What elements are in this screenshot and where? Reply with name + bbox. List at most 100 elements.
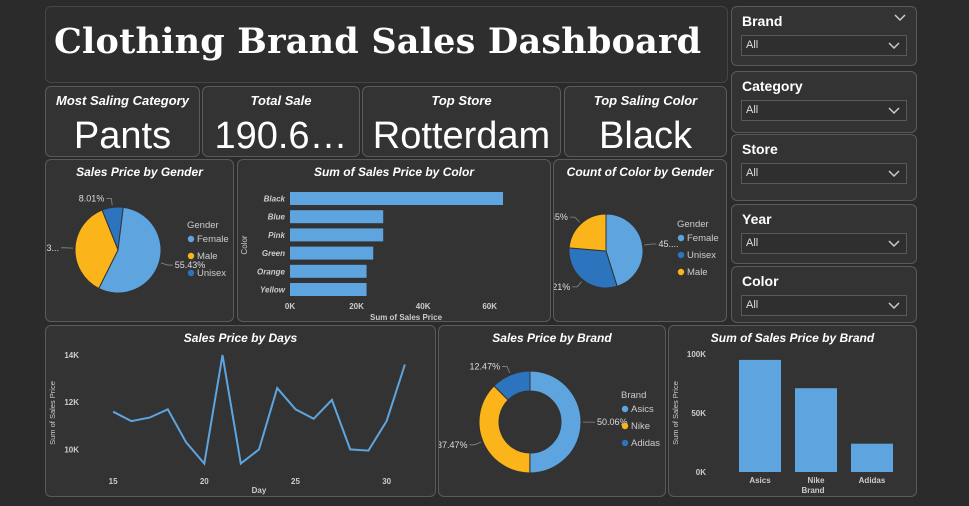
chevron-down-icon: [888, 107, 900, 115]
legend-marker: [187, 252, 195, 260]
y-tick-label: Green: [262, 249, 285, 258]
bar-asics: [739, 359, 781, 472]
kpi-label: Top Store: [431, 93, 492, 108]
x-tick-label: 40K: [416, 302, 431, 311]
chart-panel-gender-pie[interactable]: Sales Price by Gender 8.01% 55.43% 3... Gen…: [45, 159, 234, 322]
kpi-value: 190.6…: [214, 115, 348, 157]
chart-panel-color-gender-pie[interactable]: Count of Color by Gender 45....31.21%23.…: [553, 159, 727, 322]
chart-panel-days-line[interactable]: Sales Price by Days 15 20 25 30 10K 12K 14K Day…: [45, 325, 436, 497]
legend-marker: [621, 439, 629, 447]
slicer-label: Store: [742, 141, 778, 157]
kpi-card-top-store[interactable]: Top Store Rotterdam: [362, 86, 561, 157]
title-panel: Clothing Brand Sales Dashboard: [45, 6, 728, 83]
legend-item-male: Male: [197, 251, 218, 262]
kpi-label: Total Sale: [250, 93, 312, 108]
bar-green: [290, 246, 374, 260]
pie-leader-line: [469, 441, 482, 446]
x-tick-label: Nike: [808, 476, 825, 485]
color-bar-chart: Black Blue Pink Green Orange Yellow 0K 20K 40K 60…: [240, 192, 504, 321]
pie-leader-line: [572, 281, 582, 288]
kpi-value: Rotterdam: [372, 115, 551, 157]
pie-data-label: 23.65%: [554, 212, 568, 222]
legend-item-male: Male: [687, 267, 708, 278]
kpi-card-top-color[interactable]: Top Saling Color Black: [564, 86, 727, 157]
slicer-color[interactable]: Color All: [731, 266, 917, 323]
bar-nike: [795, 388, 837, 472]
slicer-value: All: [746, 299, 759, 311]
slicer-brand[interactable]: Brand All: [731, 6, 917, 66]
brand-bar-chart: Asics Nike Adidas 0K 50K 100K Brand Sum of Sale…: [671, 350, 893, 495]
chevron-down-icon[interactable]: [892, 12, 908, 24]
pie-leader-line: [106, 198, 113, 206]
x-tick-label: 25: [291, 477, 300, 486]
kpi-card-total-sale[interactable]: Total Sale 190.6…: [202, 86, 360, 157]
bar-blue: [290, 210, 384, 224]
legend-title: Brand: [621, 390, 646, 401]
color-gender-pie-chart: 45.... 31.21% 23.65% Gender Female Unisex Male: [554, 212, 719, 292]
y-axis-label: Sum of Sales Price: [48, 381, 57, 445]
slicer-dropdown[interactable]: All: [741, 295, 907, 316]
pie-data-label: 3...: [47, 243, 60, 253]
y-tick-label: Black: [264, 195, 286, 204]
y-tick-label: 50K: [691, 409, 706, 418]
pie-slice-asics: [529, 370, 582, 474]
legend-marker: [677, 251, 685, 259]
pie-slice-nike: [478, 385, 531, 474]
line-series-sales: [112, 354, 406, 466]
pie-data-label: 37.47%: [439, 440, 468, 450]
pie-data-label: 12.47%: [470, 362, 501, 372]
slicer-dropdown[interactable]: All: [741, 35, 907, 56]
slicer-value: All: [746, 39, 759, 51]
x-tick-label: 60K: [482, 302, 497, 311]
y-tick-label: 100K: [687, 350, 706, 359]
pie-slice-male: [568, 213, 607, 252]
x-axis-label: Brand: [801, 486, 824, 495]
y-tick-label: 14K: [64, 351, 79, 360]
y-tick-label: Yellow: [260, 286, 286, 295]
pie-data-label: 8.01%: [79, 193, 105, 203]
slicer-year[interactable]: Year All: [731, 204, 917, 264]
chart-panel-brand-bar[interactable]: Sum of Sales Price by Brand Asics Nike Adi…: [668, 325, 917, 497]
gender-pie-chart: 8.01%55.43%3...GenderFemaleMaleUnisex: [47, 193, 229, 294]
slicer-value: All: [746, 104, 759, 116]
chevron-down-icon: [888, 42, 900, 50]
y-axis-label: Sum of Sales Price: [671, 381, 680, 445]
legend-item-female: Female: [197, 234, 229, 245]
x-tick-label: Asics: [749, 476, 771, 485]
bar-yellow: [290, 283, 367, 296]
slicer-label: Category: [742, 78, 803, 94]
bar-pink: [290, 228, 384, 242]
y-tick-label: Blue: [268, 213, 286, 222]
legend-item-asics: Asics: [631, 404, 654, 415]
x-axis-label: Day: [252, 486, 267, 495]
legend-item-unisex: Unisex: [197, 268, 226, 279]
slicer-label: Color: [742, 273, 779, 289]
y-axis-label: Color: [240, 235, 249, 254]
kpi-card-category[interactable]: Most Saling Category Pants: [45, 86, 200, 157]
legend-marker: [187, 235, 195, 243]
slicer-category[interactable]: Category All: [731, 71, 917, 133]
slicer-label: Brand: [742, 13, 783, 29]
x-axis-label: Sum of Sales Price: [370, 313, 443, 321]
slicer-dropdown[interactable]: All: [741, 100, 907, 121]
slicer-store[interactable]: Store All: [731, 134, 917, 201]
days-line-chart: 15 20 25 30 10K 12K 14K Day Sum of Sales Price: [48, 351, 406, 495]
bar-adidas: [851, 443, 893, 472]
chart-panel-color-bar[interactable]: Sum of Sales Price by Color Black Blue Pin…: [237, 159, 551, 322]
chart-panel-brand-donut[interactable]: Sales Price by Brand 50.06% 37.47% 12.47% B…: [438, 325, 666, 497]
dashboard-title: Clothing Brand Sales Dashboard: [54, 21, 702, 62]
slicer-dropdown[interactable]: All: [741, 163, 907, 184]
pie-leader-line: [160, 262, 173, 266]
slicer-label: Year: [742, 211, 772, 227]
chevron-down-icon: [888, 170, 900, 178]
legend-title: Gender: [677, 219, 709, 230]
slicer-value: All: [746, 237, 759, 249]
bar-orange: [290, 264, 367, 278]
y-tick-label: 12K: [64, 398, 79, 407]
legend-marker: [677, 268, 685, 276]
x-tick-label: 30: [382, 477, 391, 486]
kpi-label: Top Saling Color: [593, 93, 698, 108]
slicer-dropdown[interactable]: All: [741, 233, 907, 254]
legend-item-adidas: Adidas: [631, 438, 660, 449]
x-tick-label: 0K: [285, 302, 295, 311]
